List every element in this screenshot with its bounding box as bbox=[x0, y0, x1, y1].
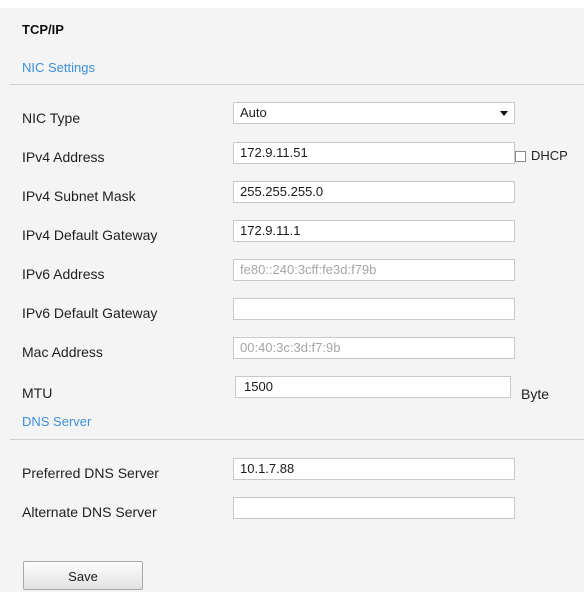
ipv4-subnet-input[interactable]: 255.255.255.0 bbox=[233, 181, 515, 203]
ipv6-address-input[interactable]: fe80::240:3cff:fe3d:f79b bbox=[233, 259, 515, 281]
alternate-dns-label: Alternate DNS Server bbox=[22, 504, 157, 520]
section-divider bbox=[10, 84, 584, 85]
mtu-input[interactable]: 1500 bbox=[235, 376, 511, 398]
ipv4-subnet-label: IPv4 Subnet Mask bbox=[22, 188, 136, 204]
ipv4-address-input[interactable]: 172.9.11.51 bbox=[233, 142, 515, 164]
mac-address-label: Mac Address bbox=[22, 344, 103, 360]
ipv4-address-label: IPv4 Address bbox=[22, 149, 105, 165]
mac-address-input[interactable]: 00:40:3c:3d:f7:9b bbox=[233, 337, 515, 359]
ipv4-gateway-label: IPv4 Default Gateway bbox=[22, 227, 158, 243]
preferred-dns-input[interactable]: 10.1.7.88 bbox=[233, 458, 515, 480]
dhcp-checkbox[interactable] bbox=[515, 151, 526, 162]
ipv6-gateway-input[interactable] bbox=[233, 298, 515, 320]
save-button[interactable]: Save bbox=[23, 561, 143, 590]
chevron-down-icon bbox=[500, 111, 508, 116]
nic-type-select[interactable]: Auto bbox=[233, 102, 515, 124]
dhcp-label: DHCP bbox=[531, 148, 568, 163]
ipv6-address-label: IPv6 Address bbox=[22, 266, 105, 282]
mtu-label: MTU bbox=[22, 385, 53, 401]
nic-type-label: NIC Type bbox=[22, 110, 81, 126]
nic-type-value: Auto bbox=[240, 105, 267, 120]
ipv4-gateway-input[interactable]: 172.9.11.1 bbox=[233, 220, 515, 242]
mtu-unit: Byte bbox=[521, 386, 550, 402]
preferred-dns-label: Preferred DNS Server bbox=[22, 465, 159, 481]
tcpip-panel: TCP/IP NIC Settings NIC Type Auto IPv4 A… bbox=[0, 8, 584, 592]
section-nic-settings: NIC Settings bbox=[22, 60, 95, 75]
section-dns-server: DNS Server bbox=[22, 414, 92, 429]
section-divider bbox=[10, 439, 584, 440]
page-title: TCP/IP bbox=[22, 22, 64, 37]
ipv6-gateway-label: IPv6 Default Gateway bbox=[22, 305, 158, 321]
alternate-dns-input[interactable] bbox=[233, 497, 515, 519]
